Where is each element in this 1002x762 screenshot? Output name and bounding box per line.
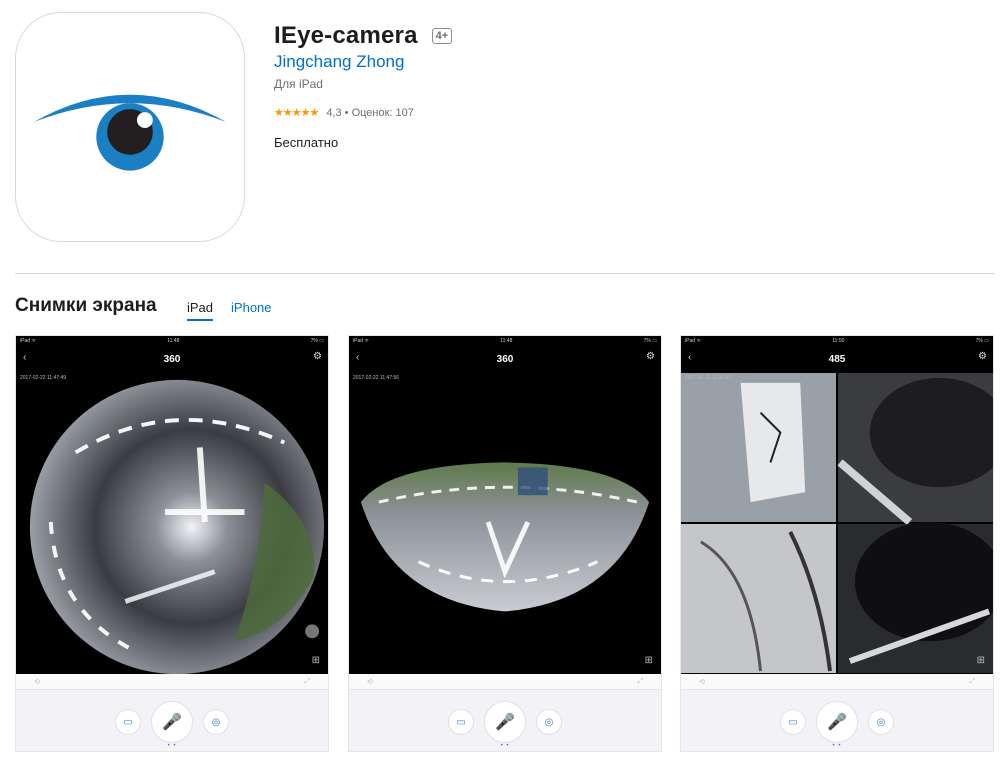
page-dots: • •: [832, 743, 842, 749]
status-time: 11:48: [500, 338, 513, 344]
developer-link[interactable]: Jingchang Zhong: [274, 52, 404, 72]
status-device: iPad ᯤ: [353, 338, 369, 344]
status-bar: iPad ᯤ 11:48 7% ▭: [16, 336, 328, 346]
nav-title: 360: [496, 353, 514, 365]
quad-video-view: 2017-02-22 11:50:27 ⊞: [681, 372, 993, 674]
screenshots-heading: Снимки экрана: [15, 295, 157, 316]
fisheye-video-view: 2017-02-22 11:47:49 ⊞: [16, 372, 328, 674]
eye-logo-icon: [33, 94, 227, 171]
nav-bar: ‹ 360 ⚙: [16, 346, 328, 372]
page-dots: • •: [167, 743, 177, 749]
toolbar-strip: ⟲ ⤢: [681, 674, 993, 690]
star-rating-icon: ★★★★★: [274, 107, 319, 119]
rotate-icon: ⟲: [699, 678, 705, 686]
nav-bar: ‹ 485 ⚙: [681, 346, 993, 372]
video-timestamp: 2017-02-22 11:50:27: [685, 375, 732, 381]
rating-row: ★★★★★ 4,3 • Оценок: 107: [274, 106, 414, 120]
status-device: iPad ᯤ: [685, 338, 701, 344]
video-icon: ▭: [115, 709, 141, 735]
video-timestamp: 2017-02-22 11:47:56: [353, 375, 400, 381]
status-battery: 7% ▭: [975, 338, 989, 344]
nav-title: 360: [163, 353, 181, 365]
quad-image: [681, 372, 993, 674]
back-icon: ‹: [23, 352, 27, 363]
rotate-icon: ⟲: [34, 678, 40, 686]
status-bar: iPad ᯤ 11:50 7% ▭: [681, 336, 993, 346]
expand-icon: ⤢: [304, 677, 310, 685]
video-icon: ▭: [448, 709, 474, 735]
grid-view-icon: ⊞: [976, 655, 985, 666]
device-tabs: iPad iPhone: [187, 300, 272, 321]
back-icon: ‹: [356, 352, 360, 363]
nav-bar: ‹ 360 ⚙: [349, 346, 661, 372]
app-icon: [15, 12, 245, 242]
status-battery: 7% ▭: [643, 338, 657, 344]
video-icon: ▭: [780, 709, 806, 735]
title-row: IEye-camera 4+: [274, 22, 453, 50]
settings-icon: ⚙: [978, 351, 987, 362]
settings-icon: ⚙: [646, 351, 655, 362]
rating-text: 4,3 • Оценок: 107: [326, 106, 414, 119]
divider: [15, 273, 994, 274]
status-battery: 7% ▭: [310, 338, 324, 344]
tab-ipad[interactable]: iPad: [187, 300, 214, 321]
mic-icon: 🎤: [484, 701, 526, 743]
app-title: IEye-camera: [274, 22, 418, 49]
rotate-icon: ⟲: [367, 678, 373, 686]
mic-icon: 🎤: [816, 701, 858, 743]
toolbar-strip: ⟲ ⤢: [16, 674, 328, 690]
device-label: Для iPad: [274, 77, 323, 91]
toolbar-strip: ⟲ ⤢: [349, 674, 661, 690]
bowl-video-view: 2017-02-22 11:47:56 ⊞: [349, 372, 661, 674]
screenshot-2[interactable]: iPad ᯤ 11:48 7% ▭ ‹ 360 ⚙ 2017-02-22 11:…: [348, 335, 662, 752]
page-dots: • •: [500, 743, 510, 749]
tab-iphone[interactable]: iPhone: [231, 300, 271, 321]
mic-icon: 🎤: [151, 701, 193, 743]
bowl-image: [349, 372, 661, 674]
fisheye-image: [16, 372, 328, 674]
age-rating-badge: 4+: [431, 28, 453, 44]
status-time: 11:50: [832, 338, 845, 344]
status-time: 11:48: [167, 338, 180, 344]
screenshot-1[interactable]: iPad ᯤ 11:48 7% ▭ ‹ 360 ⚙ 2017-02-22 11:…: [15, 335, 329, 752]
back-icon: ‹: [688, 352, 692, 363]
status-bar: iPad ᯤ 11:48 7% ▭: [349, 336, 661, 346]
screenshot-3[interactable]: iPad ᯤ 11:50 7% ▭ ‹ 485 ⚙ 2017-02-22 11:…: [680, 335, 994, 752]
status-device: iPad ᯤ: [20, 338, 36, 344]
video-timestamp: 2017-02-22 11:47:49: [20, 375, 67, 381]
settings-icon: ⚙: [313, 351, 322, 362]
camera-icon: ◎: [203, 709, 229, 735]
nav-title: 485: [828, 353, 846, 365]
expand-icon: ⤢: [969, 677, 975, 685]
grid-view-icon: ⊞: [644, 655, 653, 666]
expand-icon: ⤢: [637, 677, 643, 685]
price-label: Бесплатно: [274, 135, 339, 150]
camera-icon: ◎: [536, 709, 562, 735]
camera-icon: ◎: [868, 709, 894, 735]
grid-view-icon: ⊞: [311, 655, 320, 666]
